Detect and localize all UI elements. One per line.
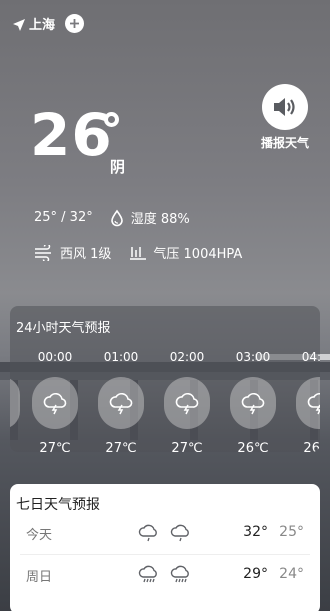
location-arrow-icon (12, 17, 26, 31)
speaker-icon (262, 84, 308, 130)
current-condition: 阴 (110, 158, 126, 176)
day-high: 29° (243, 566, 268, 582)
thunder-rain-icon (98, 377, 144, 429)
hourly-time: 02:00 (169, 350, 205, 364)
pressure-icon (129, 245, 147, 261)
hourly-item[interactable]: 00:00 27℃ (22, 350, 88, 452)
heavy-rain-icon (170, 564, 192, 590)
broadcast-weather-button[interactable]: 播报天气 (254, 84, 316, 151)
wind-text: 西风 1级 (60, 247, 112, 262)
hourly-temp: 27℃ (39, 441, 71, 452)
hourly-time: 04:00 (301, 350, 320, 364)
day-low: 25° (279, 524, 304, 540)
row-divider (20, 554, 310, 555)
day-name: 周日 (26, 570, 53, 585)
thunder-rain-icon (164, 377, 210, 429)
plus-icon (70, 19, 80, 28)
range-humidity-row: 25° / 32° 湿度 88% (34, 208, 190, 227)
hourly-time: 00:00 (37, 350, 73, 364)
hourly-item[interactable]: 01:00 27℃ (88, 350, 154, 452)
hourly-temp: 26℃ (237, 441, 269, 452)
humidity-drop-icon (109, 209, 125, 227)
day-low: 24° (279, 566, 304, 582)
daily-row[interactable]: 今天 32° 25° (10, 518, 320, 548)
thunder-rain-icon (32, 377, 78, 429)
hourly-time: 01:00 (103, 350, 139, 364)
thunder-rain-icon (296, 377, 320, 429)
top-bar: 上海 (12, 14, 85, 33)
day-name: 今天 (26, 528, 53, 543)
wind-icon (34, 244, 54, 261)
hourly-forecast-panel[interactable]: 24小时天气预报 00:00 27℃ 01:00 27℃ 02:00 27℃ 0… (10, 306, 320, 452)
drizzle-icon (138, 522, 160, 548)
hourly-item-partial (10, 377, 20, 429)
thunder-rain-icon (230, 377, 276, 429)
degree-icon (104, 112, 119, 127)
hourly-temp: 27℃ (105, 441, 137, 452)
daily-row[interactable]: 周日 29° 24° (10, 560, 320, 590)
hourly-item[interactable]: 03:00 26℃ (220, 350, 286, 452)
temperature-range: 25° / 32° (34, 210, 93, 225)
hourly-temp: 27℃ (171, 441, 203, 452)
day-high: 32° (243, 524, 268, 540)
city-name[interactable]: 上海 (29, 14, 55, 33)
broadcast-label: 播报天气 (260, 136, 309, 150)
hourly-list[interactable]: 00:00 27℃ 01:00 27℃ 02:00 27℃ 03:00 26℃ … (22, 350, 320, 452)
hourly-item[interactable]: 02:00 27℃ (154, 350, 220, 452)
hourly-temp: 26℃ (303, 441, 320, 452)
daily-forecast-card[interactable]: 七日天气预报 今天 32° 25° 周日 29° 24° (10, 484, 320, 611)
pressure-text: 气压 1004HPA (153, 247, 243, 262)
hourly-item[interactable]: 04:00 26℃ (286, 350, 320, 452)
humidity-text: 湿度 88% (130, 212, 190, 227)
current-temperature: 26 (30, 101, 113, 169)
heavy-rain-icon (138, 564, 160, 590)
hourly-forecast-title: 24小时天气预报 (16, 321, 111, 336)
drizzle-icon (170, 522, 192, 548)
add-city-button[interactable] (65, 14, 85, 33)
wind-pressure-row: 西风 1级 气压 1004HPA (34, 243, 242, 262)
hourly-time: 03:00 (235, 350, 271, 364)
daily-forecast-title: 七日天气预报 (16, 497, 100, 513)
